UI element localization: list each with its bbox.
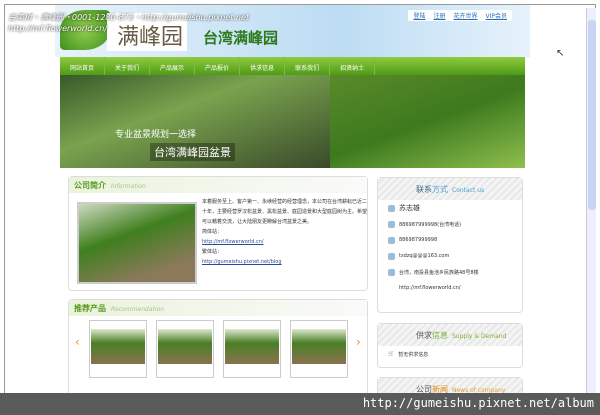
nav-about[interactable]: 关于我们 <box>105 57 151 75</box>
supply-title-a: 供求 <box>416 331 432 340</box>
traditional-label: 繁体站： <box>202 249 223 255</box>
nav-products[interactable]: 产品展示 <box>150 57 196 75</box>
products-header: 推荐产品 Recommendation <box>69 300 367 316</box>
vip-link[interactable]: VIP会员 <box>486 11 508 20</box>
banner-title: 台湾满峰园盆景 <box>150 143 235 161</box>
contact-mobile: 886987999998 <box>399 237 438 243</box>
contact-subtitle: Contact us <box>452 187 485 194</box>
phone-icon <box>388 220 395 228</box>
login-link[interactable]: 登陆 <box>413 11 425 20</box>
contact-header: 联系方式 Contact us <box>378 178 522 200</box>
simplified-site-link[interactable]: http://mf.flowerworld.cn/ <box>202 237 367 247</box>
contact-box: 联系方式 Contact us 苏志雄 886987999998(台湾电话) 88… <box>377 177 523 313</box>
banner-slogan: 专业盆景规划一选择 <box>115 130 197 140</box>
products-subtitle: Recommendation <box>111 306 164 313</box>
intro-image <box>77 202 197 284</box>
product-thumb[interactable] <box>290 320 348 378</box>
web-page: 满峰园 台湾满峰园 登陆 注册 花卉世界 VIP会员 网站首页 关于我们 产品展… <box>55 5 530 415</box>
scrollbar[interactable] <box>586 8 596 393</box>
register-link[interactable]: 注册 <box>433 11 445 20</box>
products-box: 推荐产品 Recommendation ‹ › <box>68 299 368 399</box>
simplified-label: 简体站： <box>202 229 223 235</box>
album-url: http://gumeishu.pixnet.net/album <box>362 396 594 410</box>
product-thumb[interactable] <box>89 320 147 378</box>
flower-world-link[interactable]: 花卉世界 <box>453 11 477 20</box>
product-thumb[interactable] <box>156 320 214 378</box>
contact-title-a: 联系 <box>416 185 432 194</box>
contact-address: 台湾，南投县鱼池乡民族路48号8楼 <box>399 269 479 276</box>
top-links: 登陆 注册 花卉世界 VIP会员 <box>408 10 512 21</box>
nav-home[interactable]: 网站首页 <box>60 57 106 75</box>
intro-header: 公司简介 Information <box>69 177 367 193</box>
intro-subtitle: Information <box>111 183 146 190</box>
contact-email: tsdzq@@@163.com <box>399 253 450 259</box>
supply-subtitle: Supply & Demand <box>452 333 507 340</box>
intro-box: 公司简介 Information 本着服务至上、客户第一、永续经营的经营理念，本公… <box>68 176 368 291</box>
next-arrow-icon[interactable]: › <box>356 335 361 349</box>
mobile-icon <box>388 236 395 244</box>
watermark-bar: http://gumeishu.pixnet.net/album <box>0 393 600 415</box>
mouse-cursor-icon: ↖ <box>556 48 565 59</box>
supply-item[interactable]: 暂无供求信息 <box>398 351 428 358</box>
prev-arrow-icon[interactable]: ‹ <box>75 335 80 349</box>
nav-jobs[interactable]: 招贤纳士 <box>330 57 376 75</box>
contact-title-b: 方式 <box>432 185 448 194</box>
banner-image-left: 专业盆景规划一选择 台湾满峰园盆景 <box>60 75 330 168</box>
supply-header: 供求信息 Supply & Demand <box>378 324 522 346</box>
home-icon <box>388 268 395 276</box>
contact-url[interactable]: http://mf.flowerworld.cn/ <box>399 285 461 291</box>
nav-contact[interactable]: 联系我们 <box>285 57 331 75</box>
person-icon <box>388 204 395 212</box>
nav-supply[interactable]: 供求信息 <box>240 57 286 75</box>
supply-title-b: 信息 <box>432 331 448 340</box>
product-thumb[interactable] <box>223 320 281 378</box>
traditional-site-link[interactable]: http://gumeishu.pixnet.net/blog <box>202 257 367 267</box>
cart-icon: 🛒 <box>388 351 395 357</box>
watermark-line2: http://mf.flowerworld.cn/ <box>8 24 108 33</box>
products-title: 推荐产品 <box>74 304 106 313</box>
contact-phone: 886987999998(台湾电话) <box>399 221 462 228</box>
supply-box: 供求信息 Supply & Demand 🛒 暂无供求信息 <box>377 323 523 368</box>
nav-prices[interactable]: 产品报价 <box>195 57 241 75</box>
intro-text-block: 本着服务至上、客户第一、永续经营的经营理念，本公司在台湾耕耘已近二十年，主要经营… <box>202 197 367 267</box>
intro-title: 公司简介 <box>74 181 106 190</box>
email-icon <box>388 252 395 260</box>
banner-image-right <box>330 75 525 168</box>
watermark: 古美树・满峰园・0001-1280-873・http://gumeishu.pi… <box>8 12 249 34</box>
contact-name: 苏志雄 <box>399 204 420 212</box>
scrollbar-thumb[interactable] <box>588 20 596 210</box>
banner: 专业盆景规划一选择 台湾满峰园盆景 <box>60 75 525 168</box>
main-nav: 网站首页 关于我们 产品展示 产品报价 供求信息 联系我们 招贤纳士 <box>60 57 525 75</box>
watermark-line1: 古美树・满峰园・0001-1280-873・http://gumeishu.pi… <box>8 13 250 22</box>
intro-text: 本着服务至上、客户第一、永续经营的经营理念，本公司在台湾耕耘已近二十年，主要经营… <box>202 199 368 225</box>
